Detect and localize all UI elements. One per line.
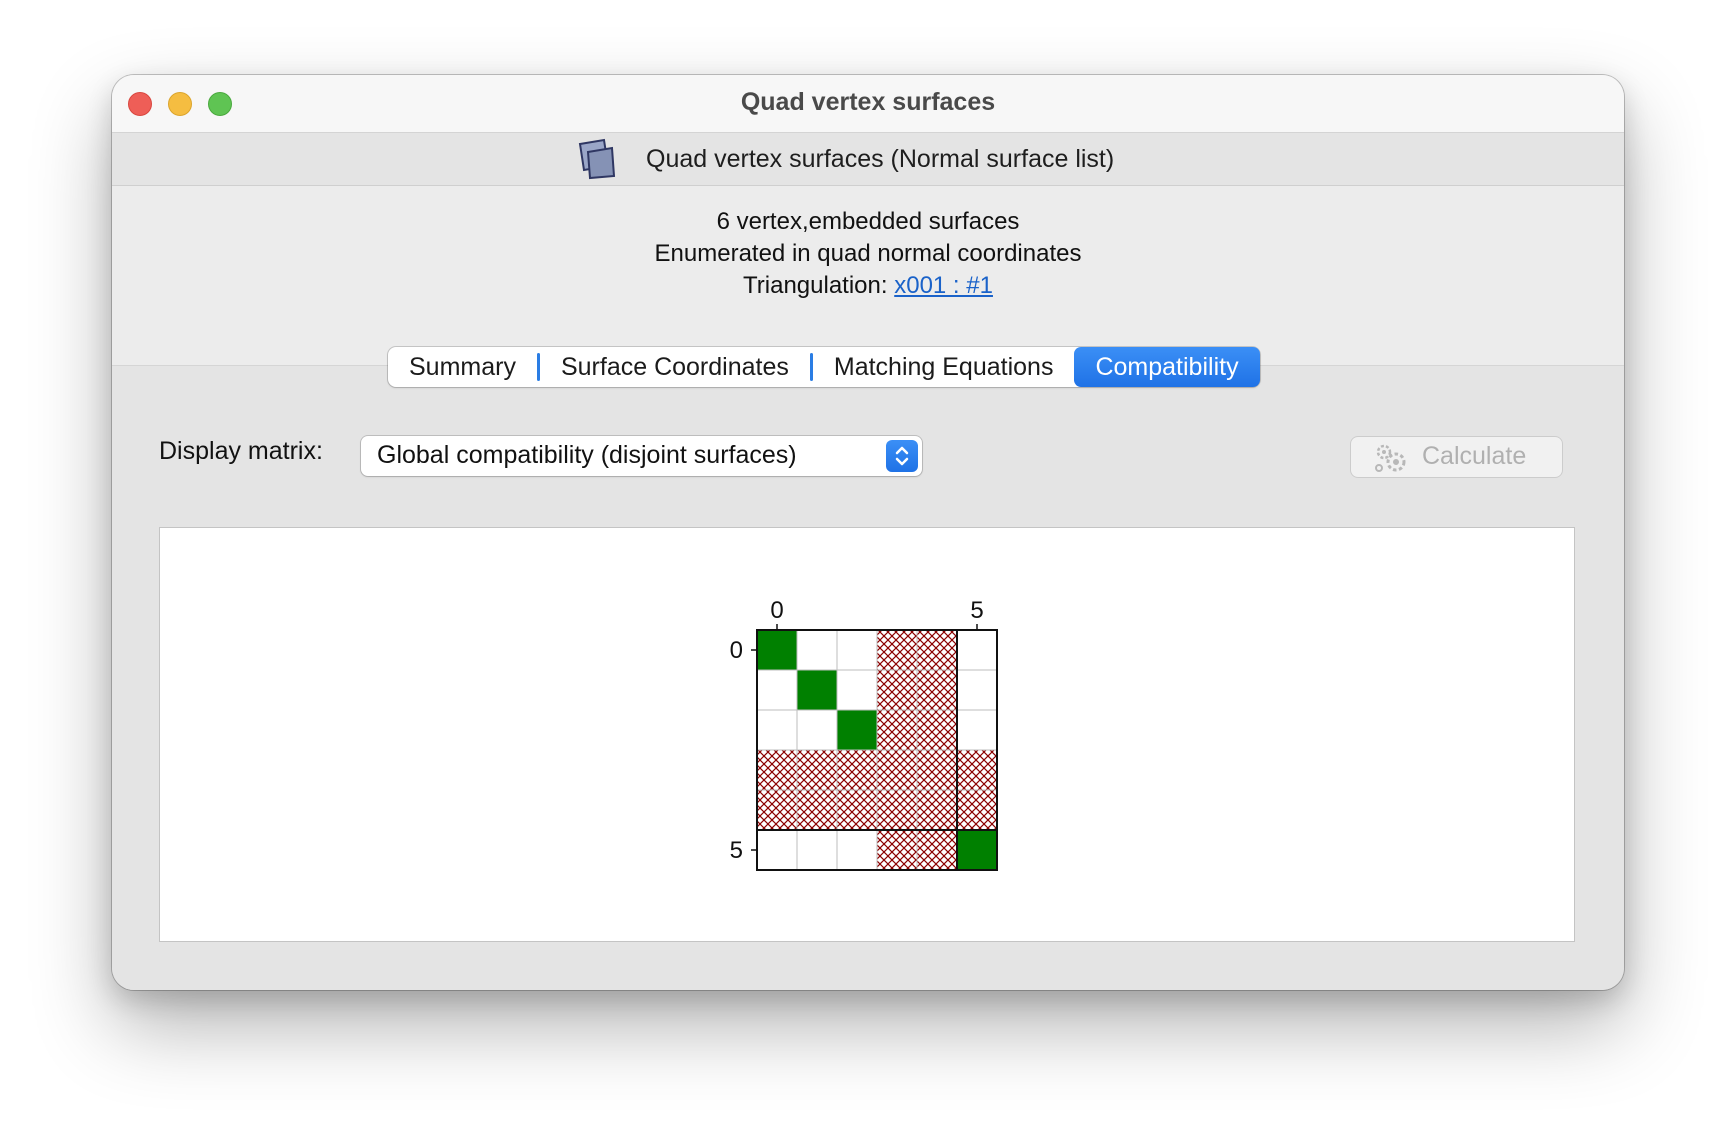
matrix-cell	[836, 829, 878, 871]
matrix-cell	[916, 789, 958, 831]
display-matrix-value: Global compatibility (disjoint surfaces)	[377, 441, 797, 469]
tab-bar: Summary Surface Coordinates Matching Equ…	[388, 347, 1260, 387]
matrix-cell	[756, 709, 798, 751]
packet-header-label: Quad vertex surfaces (Normal surface lis…	[646, 145, 1115, 173]
matrix-cell	[876, 709, 918, 751]
triangulation-link[interactable]: x001 : #1	[894, 272, 993, 299]
matrix-cell	[756, 829, 798, 871]
matrix-cell	[916, 629, 958, 671]
matrix-cell	[876, 669, 918, 711]
matrix-cell	[916, 669, 958, 711]
matrix-cell	[836, 789, 878, 831]
gears-icon	[1373, 442, 1407, 479]
matrix-cell	[796, 789, 838, 831]
matrix-cell	[916, 709, 958, 751]
display-matrix-label: Display matrix:	[159, 437, 323, 465]
matrix-cell	[836, 749, 878, 791]
column-tick-label: 5	[970, 597, 983, 624]
compatibility-matrix: 00 5 5	[730, 597, 998, 871]
main-window: Quad vertex surfaces Quad vertex surface…	[112, 75, 1624, 990]
display-matrix-select[interactable]: Global compatibility (disjoint surfaces)	[361, 436, 922, 476]
row-tick-label: 5	[730, 837, 743, 864]
matrix-cell	[876, 749, 918, 791]
matrix-cell	[796, 709, 838, 751]
coordinate-system-text: Enumerated in quad normal coordinates	[654, 240, 1082, 267]
matrix-cell	[956, 789, 998, 831]
matrix-cell	[836, 709, 878, 751]
matrix-cell	[836, 629, 878, 671]
row-tick-label: 0	[730, 637, 743, 664]
matrix-cell	[876, 629, 918, 671]
surface-count-text: 6 vertex,embedded surfaces	[716, 208, 1020, 235]
matrix-cell	[796, 749, 838, 791]
window-title: Quad vertex surfaces	[740, 88, 996, 116]
up-down-chevron-icon	[886, 440, 918, 472]
matrix-cell	[756, 749, 798, 791]
tab-compatibility[interactable]: Compatibility	[1074, 347, 1260, 387]
tab-matching-equations[interactable]: Matching Equations	[813, 347, 1075, 387]
surface-info: 6 vertex,embedded surfaces Enumerated in…	[112, 206, 1624, 302]
matrix-cell	[876, 829, 918, 871]
tab-summary[interactable]: Summary	[388, 347, 537, 387]
title-bar: Quad vertex surfaces	[112, 75, 1624, 133]
matrix-cell	[756, 669, 798, 711]
matrix-cell	[876, 789, 918, 831]
matrix-cell	[956, 709, 998, 751]
matrix-cell	[796, 669, 838, 711]
matrix-cell	[956, 749, 998, 791]
packet-header: Quad vertex surfaces (Normal surface lis…	[112, 133, 1624, 186]
matrix-cell	[756, 789, 798, 831]
compatibility-matrix-panel: 00 5 5	[159, 527, 1575, 942]
matrix-cell	[796, 629, 838, 671]
calculate-button[interactable]: Calculate	[1351, 437, 1562, 477]
calculate-label: Calculate	[1422, 442, 1527, 470]
column-tick-label: 0	[770, 597, 783, 624]
matrix-cell	[956, 629, 998, 671]
triangulation-line: Triangulation: x001 : #1	[112, 270, 1624, 302]
matrix-cell	[916, 829, 958, 871]
matrix-cell	[916, 749, 958, 791]
triangulation-label: Triangulation:	[743, 272, 895, 299]
matrix-cell	[956, 829, 998, 871]
normal-surface-list-icon	[576, 138, 620, 185]
matrix-cell	[956, 669, 998, 711]
matrix-cell	[796, 829, 838, 871]
matrix-cell	[756, 629, 798, 671]
matrix-cell	[836, 669, 878, 711]
tab-surface-coordinates[interactable]: Surface Coordinates	[540, 347, 810, 387]
